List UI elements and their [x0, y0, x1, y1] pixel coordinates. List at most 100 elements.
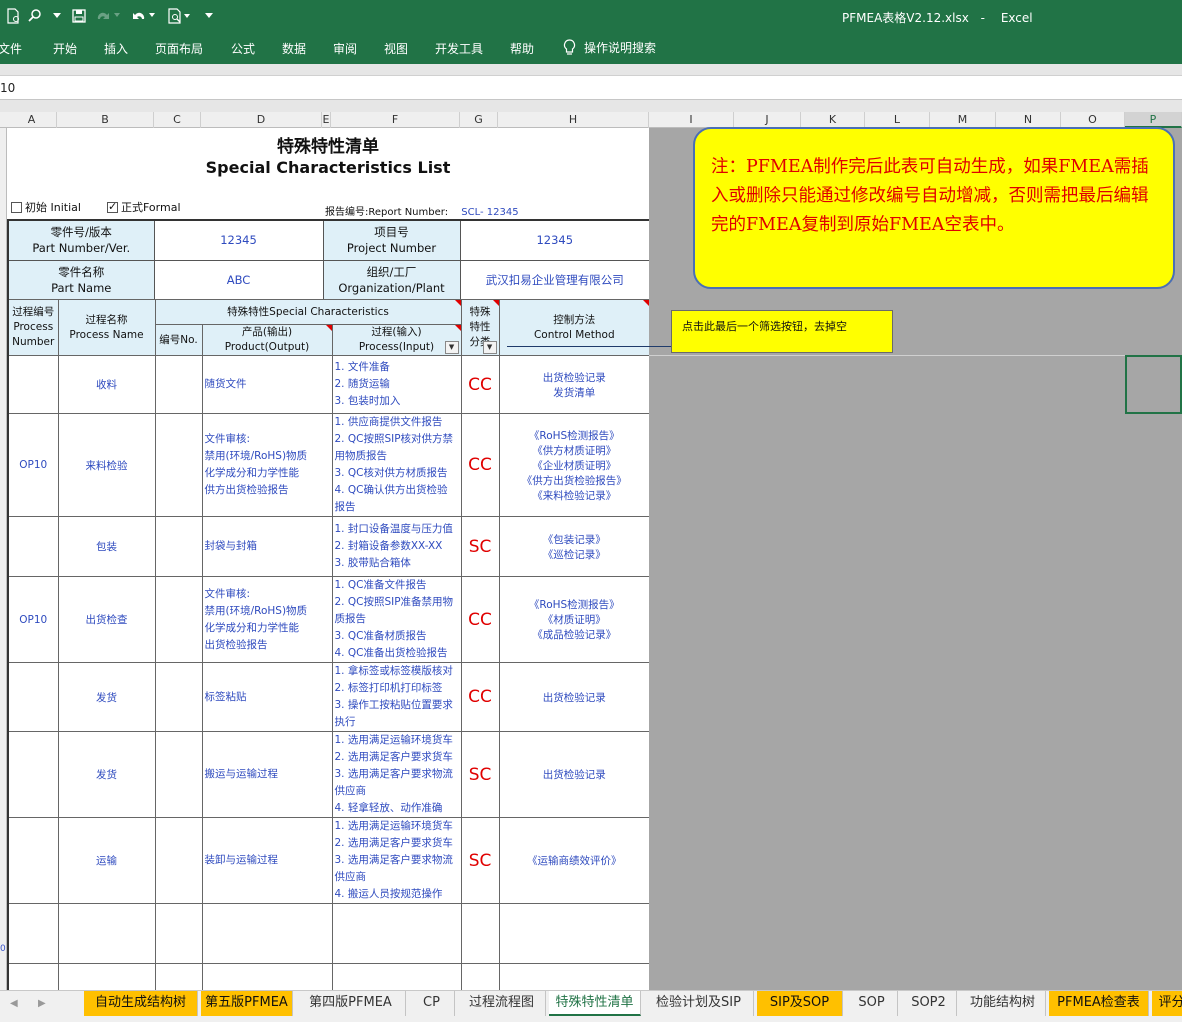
- name-box[interactable]: 10: [0, 81, 15, 95]
- tab-formulas[interactable]: 公式: [231, 40, 255, 57]
- empty-cell[interactable]: [331, 903, 462, 964]
- col-header-j[interactable]: J: [734, 112, 801, 128]
- sheet-tab[interactable]: 检验计划及SIP: [644, 991, 754, 1016]
- checkbox-formal[interactable]: 正式Formal: [107, 199, 181, 215]
- next-sheet-icon[interactable]: ▶: [38, 998, 46, 1009]
- empty-cell[interactable]: [7, 903, 59, 964]
- filter-active-icon[interactable]: ▼: [482, 341, 497, 354]
- empty-cell[interactable]: [498, 903, 651, 964]
- tab-file[interactable]: 文件: [0, 40, 22, 57]
- sheet-tab[interactable]: SOP: [846, 991, 898, 1016]
- col-header-p[interactable]: P: [1125, 112, 1182, 128]
- process-number-cell[interactable]: [7, 731, 59, 818]
- undo-icon[interactable]: [128, 6, 160, 26]
- tell-me-search[interactable]: 操作说明搜索: [563, 39, 656, 56]
- sheet-tab[interactable]: 自动生成结构树: [84, 991, 198, 1016]
- col-header-f[interactable]: F: [331, 112, 460, 128]
- control-method-cell[interactable]: 出货检验记录: [498, 731, 651, 818]
- formula-bar[interactable]: 10: [0, 76, 1182, 100]
- col-header-h[interactable]: H: [498, 112, 649, 128]
- number-cell[interactable]: [154, 355, 203, 414]
- tab-help[interactable]: 帮助: [510, 40, 534, 57]
- col-header-k[interactable]: K: [801, 112, 865, 128]
- row-number[interactable]: 0: [0, 944, 6, 954]
- classification-cell[interactable]: CC: [460, 413, 500, 517]
- col-header-g[interactable]: G: [460, 112, 498, 128]
- process-cell[interactable]: 1. 拿标签或标签模版核对 2. 标签打印机打印标签 3. 操作工按粘贴位置要求 执行: [331, 662, 462, 732]
- tab-review[interactable]: 审阅: [333, 40, 357, 57]
- control-method-cell[interactable]: 《包装记录》 《巡检记录》: [498, 516, 651, 577]
- process-number-cell[interactable]: [7, 817, 59, 904]
- number-cell[interactable]: [154, 817, 203, 904]
- sheet-tab[interactable]: 第四版PFMEA: [296, 991, 406, 1016]
- col-header-e[interactable]: E: [322, 112, 331, 128]
- customize-qat-icon[interactable]: [200, 6, 218, 26]
- new-file-icon[interactable]: [4, 6, 22, 26]
- sheet-tab[interactable]: PFMEA检查表: [1049, 991, 1149, 1016]
- col-header-d[interactable]: D: [201, 112, 322, 128]
- tab-developer[interactable]: 开发工具: [435, 40, 483, 57]
- process-name-cell[interactable]: 收料: [57, 355, 156, 414]
- number-cell[interactable]: [154, 576, 203, 663]
- part-name-value[interactable]: ABC: [153, 259, 324, 301]
- process-cell[interactable]: 1. QC准备文件报告 2. QC按照SIP准备禁用物 质报告 3. QC准备材质报告…: [331, 576, 462, 663]
- tab-data[interactable]: 数据: [282, 40, 306, 57]
- sheet-tab[interactable]: 第五版PFMEA: [201, 991, 293, 1016]
- checkbox-initial[interactable]: 初始 Initial: [11, 199, 81, 215]
- checkbox-box[interactable]: [11, 201, 22, 213]
- tab-page-layout[interactable]: 页面布局: [155, 40, 203, 57]
- process-cell[interactable]: 1. 选用满足运输环境货车 2. 选用满足客户要求货车 3. 选用满足客户要求物流供…: [331, 817, 462, 904]
- filter-dropdown-icon[interactable]: ▼: [444, 341, 459, 354]
- col-header-l[interactable]: L: [865, 112, 930, 128]
- number-cell[interactable]: [154, 731, 203, 818]
- redo-icon[interactable]: [92, 6, 124, 26]
- process-number-cell[interactable]: [7, 516, 59, 577]
- chevron-down-icon[interactable]: [48, 6, 66, 26]
- process-number-cell[interactable]: OP10: [7, 576, 59, 663]
- process-cell[interactable]: 1. 封口设备温度与压力值 2. 封箱设备参数XX-XX 3. 胶带贴合箱体: [331, 516, 462, 577]
- number-cell[interactable]: [154, 516, 203, 577]
- sheet-tab[interactable]: SIP及SOP: [757, 991, 843, 1016]
- sheet-tab[interactable]: SOP2: [901, 991, 957, 1016]
- control-method-cell[interactable]: 出货检验记录 发货清单: [498, 355, 651, 414]
- part-number-value[interactable]: 12345: [153, 219, 324, 261]
- process-name-cell[interactable]: 包装: [57, 516, 156, 577]
- tab-home[interactable]: 开始: [53, 40, 77, 57]
- sheet-tab[interactable]: CP: [409, 991, 455, 1016]
- sheet-tab[interactable]: 特殊特性清单: [549, 991, 641, 1016]
- prev-sheet-icon[interactable]: ◀: [10, 998, 18, 1009]
- empty-cell[interactable]: [201, 903, 333, 964]
- product-cell[interactable]: 随货文件: [201, 355, 333, 414]
- control-method-cell[interactable]: 《运输商绩效评价》: [498, 817, 651, 904]
- tab-view[interactable]: 视图: [384, 40, 408, 57]
- report-value[interactable]: SCL- 12345: [461, 207, 518, 218]
- process-number-cell[interactable]: [7, 355, 59, 414]
- selected-cell[interactable]: [1125, 355, 1182, 414]
- sheet-tab[interactable]: 过程流程图: [458, 991, 546, 1016]
- number-cell[interactable]: [154, 413, 203, 517]
- process-cell[interactable]: 1. 文件准备 2. 随货运输 3. 包装时加入: [331, 355, 462, 414]
- col-header-a[interactable]: A: [7, 112, 57, 128]
- number-cell[interactable]: [154, 662, 203, 732]
- col-header-o[interactable]: O: [1061, 112, 1125, 128]
- col-header-m[interactable]: M: [930, 112, 996, 128]
- classification-cell[interactable]: CC: [460, 355, 500, 414]
- process-name-cell[interactable]: 运输: [57, 817, 156, 904]
- col-header-c[interactable]: C: [154, 112, 201, 128]
- process-name-cell[interactable]: 发货: [57, 662, 156, 732]
- sheet-tab[interactable]: 功能结构树: [960, 991, 1046, 1016]
- save-icon[interactable]: [70, 6, 88, 26]
- col-header-i[interactable]: I: [649, 112, 734, 128]
- process-number-cell[interactable]: [7, 662, 59, 732]
- empty-cell[interactable]: [57, 903, 156, 964]
- process-name-cell[interactable]: 出货检查: [57, 576, 156, 663]
- classification-cell[interactable]: SC: [460, 817, 500, 904]
- empty-cell[interactable]: [460, 903, 500, 964]
- control-method-cell[interactable]: 《RoHS检测报告》 《材质证明》 《成品检验记录》: [498, 576, 651, 663]
- col-header-n[interactable]: N: [996, 112, 1061, 128]
- classification-cell[interactable]: SC: [460, 731, 500, 818]
- process-number-cell[interactable]: OP10: [7, 413, 59, 517]
- classification-cell[interactable]: CC: [460, 576, 500, 663]
- control-method-cell[interactable]: 出货检验记录: [498, 662, 651, 732]
- product-cell[interactable]: 文件审核: 禁用(环境/RoHS)物质 化学成分和力学性能 供方出货检验报告: [201, 413, 333, 517]
